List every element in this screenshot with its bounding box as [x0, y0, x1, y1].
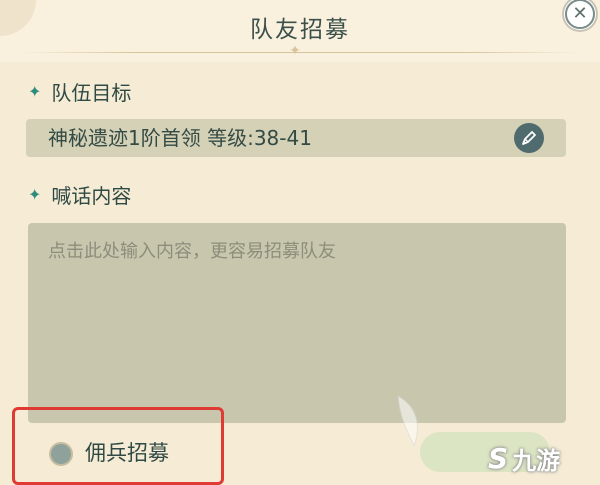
watermark: S 九游: [488, 440, 560, 476]
shout-label: 喊话内容: [51, 183, 132, 208]
sparkle-icon: ✦: [28, 81, 42, 101]
team-target-section: ✦ 队伍目标: [28, 78, 132, 105]
watermark-text: 九游: [512, 446, 561, 475]
dialog-title: 队友招募: [250, 17, 350, 43]
mercenary-recruit-toggle[interactable]: 佣兵招募: [12, 407, 224, 485]
dialog-header: ✦ 队友招募: [0, 0, 600, 62]
mercenary-radio[interactable]: [51, 444, 71, 464]
feather-watermark-icon: [397, 395, 418, 448]
close-icon: ✕: [565, 0, 595, 29]
divider-star-icon: ✦: [289, 43, 301, 59]
shout-placeholder: 点击此处输入内容，更容易招募队友: [48, 241, 336, 262]
shout-content-input[interactable]: 点击此处输入内容，更容易招募队友: [28, 223, 566, 423]
team-target-label: 队伍目标: [51, 80, 132, 105]
shout-section: ✦ 喊话内容: [28, 181, 132, 208]
watermark-logo: S: [488, 441, 509, 475]
pen-edit-icon: [522, 131, 536, 145]
sparkle-icon: ✦: [28, 184, 42, 204]
team-target-field[interactable]: 神秘遗迹1阶首领 等级:38-41: [26, 119, 566, 157]
mercenary-label: 佣兵招募: [85, 441, 169, 465]
edit-target-button[interactable]: [514, 123, 544, 153]
team-target-value: 神秘遗迹1阶首领 等级:38-41: [48, 126, 312, 150]
